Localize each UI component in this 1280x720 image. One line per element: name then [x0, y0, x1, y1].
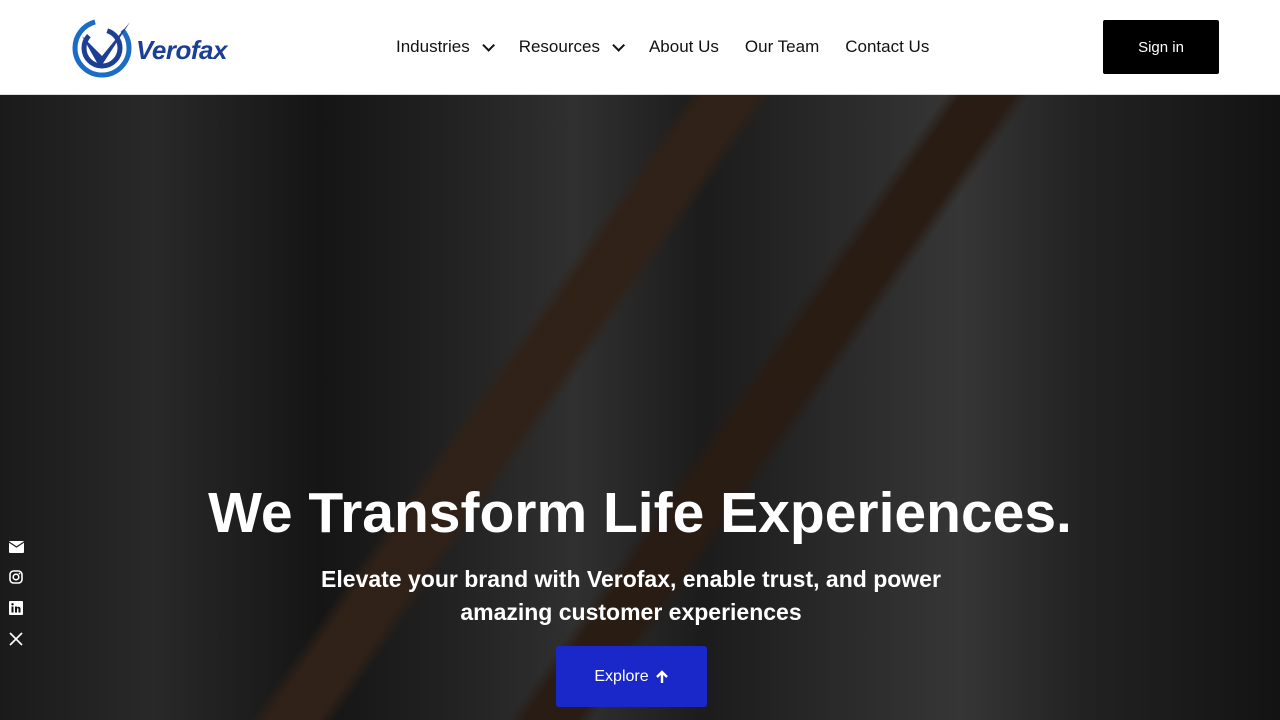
social-links	[9, 541, 24, 646]
hero-section: We Transform Life Experiences. Elevate y…	[0, 95, 1280, 720]
linkedin-icon[interactable]	[9, 601, 23, 615]
x-icon[interactable]	[9, 632, 23, 646]
instagram-icon[interactable]	[9, 570, 23, 584]
verofax-logo-icon	[72, 18, 132, 78]
logo[interactable]: Verofax	[72, 16, 227, 78]
explore-button[interactable]: Explore	[556, 646, 707, 707]
subtitle-line: amazing customer experiences	[460, 599, 802, 625]
nav-about-us[interactable]: About Us	[649, 37, 719, 57]
chevron-down-icon	[481, 38, 495, 52]
arrow-up-icon	[655, 669, 668, 683]
envelope-icon[interactable]	[9, 541, 24, 553]
hero-title: We Transform Life Experiences.	[208, 481, 1072, 545]
nav-label: Resources	[518, 37, 600, 56]
sign-in-button[interactable]: Sign in	[1103, 20, 1219, 74]
nav-our-team[interactable]: Our Team	[745, 37, 819, 57]
site-header: Verofax Industries Resources About Us Ou…	[0, 0, 1280, 95]
explore-label: Explore	[594, 667, 649, 685]
subtitle-line: Elevate your brand with Verofax, enable …	[321, 566, 941, 592]
chevron-down-icon	[612, 38, 625, 52]
hero-subtitle: Elevate your brand with Verofax, enable …	[0, 563, 1262, 629]
main-nav: Industries Resources About Us Our Team C…	[396, 37, 929, 57]
logo-text: Verofax	[136, 34, 227, 65]
nav-contact-us[interactable]: Contact Us	[845, 37, 929, 57]
nav-industries[interactable]: Industries	[396, 37, 519, 57]
nav-label: Industries	[396, 37, 470, 56]
nav-resources[interactable]: Resources	[519, 37, 649, 57]
